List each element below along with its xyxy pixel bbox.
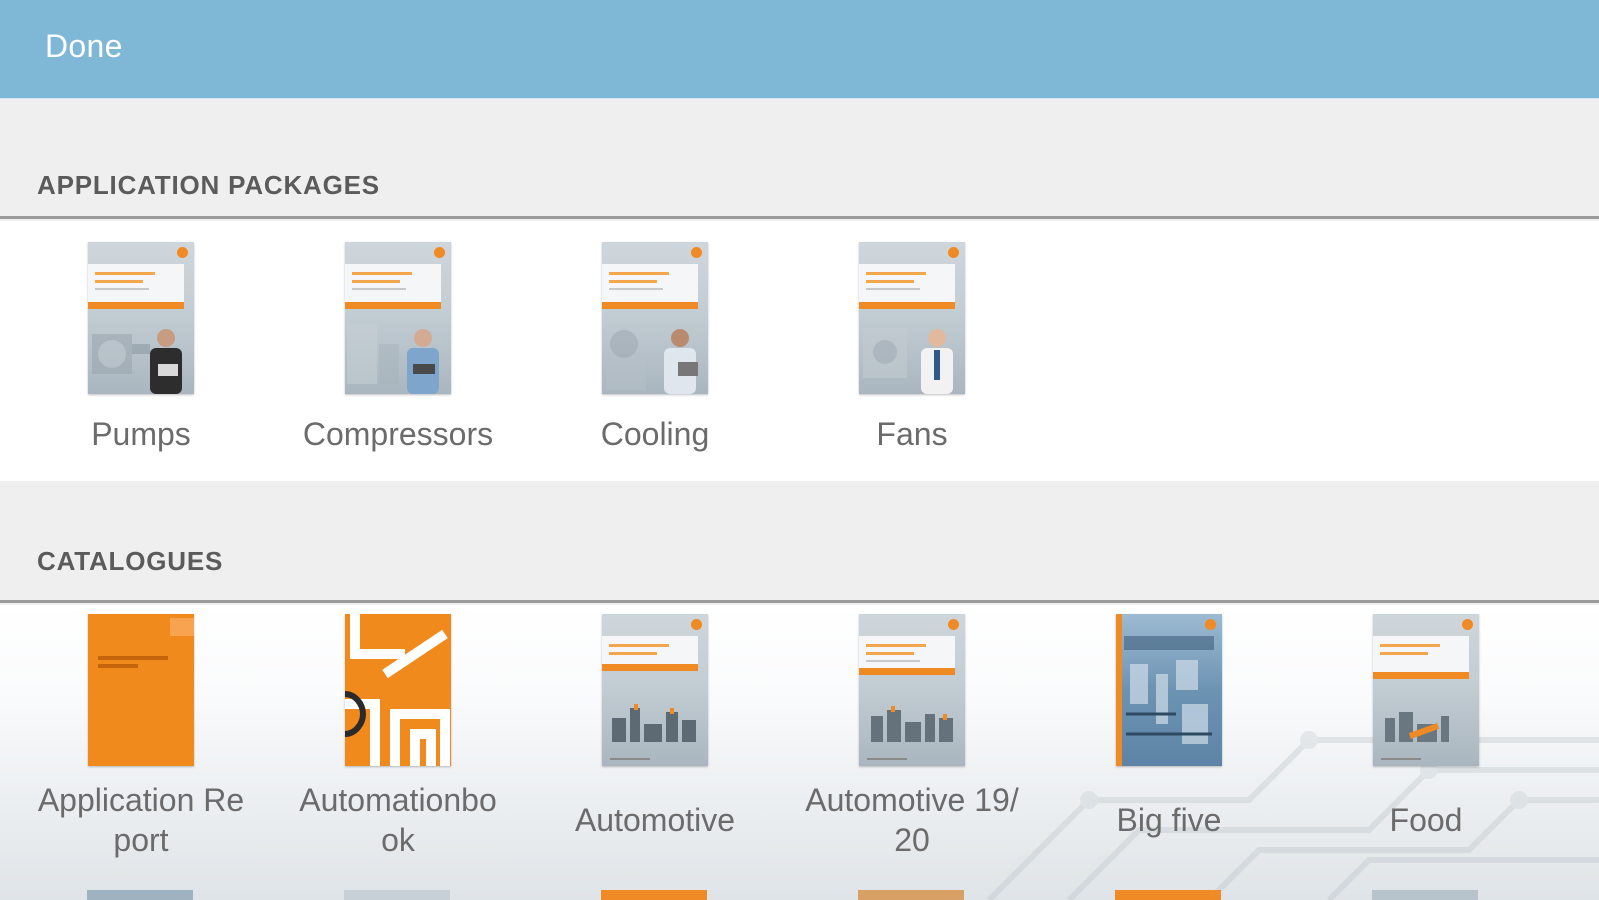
catalogue-item-food[interactable]: Food: [1295, 614, 1557, 840]
package-item-fans[interactable]: Fans: [781, 242, 1043, 454]
food-cover-image: [1373, 614, 1479, 766]
application-packages-panel: Pumps Compressors Cooling Fans: [0, 221, 1599, 481]
catalogues-panel: Application Re port Automationbo ok Auto…: [0, 605, 1599, 900]
catalogue-label-line1: Automotive: [574, 802, 736, 838]
package-label: Fans: [876, 416, 948, 452]
catalogue-label-line2: 20: [894, 822, 930, 858]
catalogue-label: Automationbo ok: [267, 780, 529, 860]
catalogue-item-application-report[interactable]: Application Re port: [10, 614, 272, 860]
automotive-cover-image: [602, 614, 708, 766]
package-label: Cooling: [600, 416, 710, 452]
cooling-cover-image: [602, 242, 708, 394]
catalogue-item-big-five[interactable]: Big five: [1038, 614, 1300, 840]
catalogue-item-automotive[interactable]: Automotive: [524, 614, 786, 840]
catalogue-label-line1: Big five: [1116, 802, 1222, 838]
automotive-19-20-cover-image: [859, 614, 965, 766]
next-row-cover-partial[interactable]: [601, 890, 707, 900]
catalogue-label-line2: ok: [381, 822, 415, 858]
catalogue-label: Application Re port: [10, 780, 272, 860]
next-row-cover-partial[interactable]: [87, 890, 193, 900]
catalogue-item-automationbook[interactable]: Automationbo ok: [267, 614, 529, 860]
compressors-cover-image: [345, 242, 451, 394]
application-report-cover-image: [88, 614, 194, 766]
catalogue-label: Big five: [1038, 800, 1300, 840]
big-five-cover-image: [1116, 614, 1222, 766]
next-row-cover-partial[interactable]: [1115, 890, 1221, 900]
package-item-pumps[interactable]: Pumps: [10, 242, 272, 454]
package-item-cooling[interactable]: Cooling: [524, 242, 786, 454]
section-divider: [0, 216, 1599, 219]
catalogue-label-line1: Food: [1389, 802, 1463, 838]
section-title-application-packages: APPLICATION PACKAGES: [37, 170, 380, 200]
catalogue-item-automotive-19-20[interactable]: Automotive 19/ 20: [781, 614, 1043, 860]
catalogue-label-line2: port: [113, 822, 169, 858]
pumps-cover-image: [88, 242, 194, 394]
fans-cover-image: [859, 242, 965, 394]
package-label: Pumps: [91, 416, 191, 452]
next-row-cover-partial[interactable]: [1372, 890, 1478, 900]
package-label: Compressors: [302, 416, 494, 452]
catalogue-label: Food: [1295, 800, 1557, 840]
next-row-cover-partial[interactable]: [344, 890, 450, 900]
catalogue-label: Automotive: [524, 800, 786, 840]
package-item-compressors[interactable]: Compressors: [267, 242, 529, 454]
catalogue-label-line1: Application Re: [37, 782, 245, 818]
automationbook-cover-image: [345, 614, 451, 766]
done-button[interactable]: Done: [45, 28, 123, 65]
top-bar: Done: [0, 0, 1599, 99]
next-row-cover-partial[interactable]: [858, 890, 964, 900]
section-divider: [0, 600, 1599, 603]
catalogue-label: Automotive 19/ 20: [781, 780, 1043, 860]
section-title-catalogues: CATALOGUES: [37, 546, 224, 576]
catalogue-label-line1: Automationbo: [299, 782, 497, 818]
catalogue-label-line1: Automotive 19/: [805, 782, 1019, 818]
